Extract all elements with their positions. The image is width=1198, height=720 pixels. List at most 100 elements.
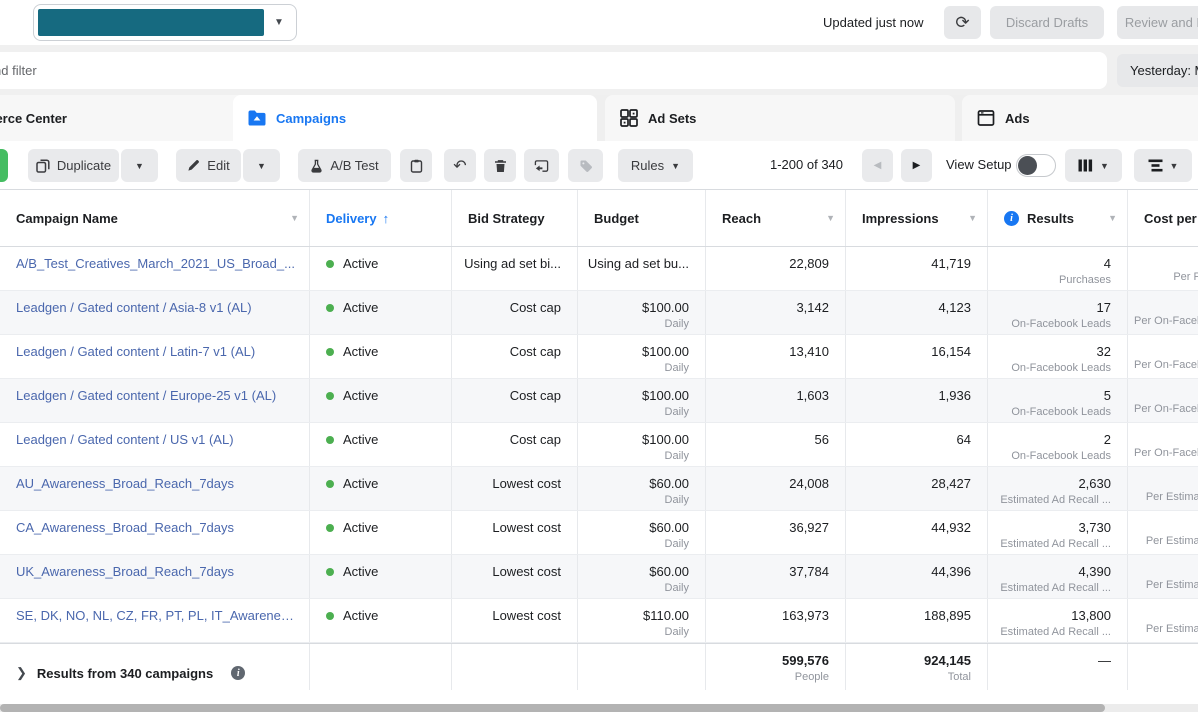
create-button-clipped[interactable] [0, 149, 8, 182]
col-header-reach[interactable]: Reach ▼ [706, 190, 846, 246]
campaign-name-link[interactable]: Leadgen / Gated content / Asia-8 v1 (AL) [16, 291, 299, 315]
campaign-name-link[interactable]: Leadgen / Gated content / US v1 (AL) [16, 423, 299, 447]
info-icon[interactable]: i [231, 666, 246, 680]
refresh-button[interactable]: ⟳ [944, 6, 981, 39]
tab-ads[interactable]: Ads [962, 95, 1198, 141]
campaign-name-link[interactable]: UK_Awareness_Broad_Reach_7days [16, 555, 299, 579]
tab-commerce-label: Commerce Center [0, 110, 67, 126]
tab-ad-sets[interactable]: Ad Sets [605, 95, 955, 141]
col-header-impressions[interactable]: Impressions ▼ [846, 190, 988, 246]
col-label: Budget [594, 210, 639, 226]
prev-page-button[interactable]: ◀ [862, 149, 893, 182]
col-label: Campaign Name [16, 210, 118, 226]
col-header-delivery[interactable]: Delivery ↑ [310, 190, 452, 246]
clipboard-button[interactable] [400, 149, 432, 182]
budget-cell: $60.00 Daily [578, 511, 706, 554]
table-row[interactable]: A/B_Test_Creatives_March_2021_US_Broad_.… [0, 247, 1198, 291]
horizontal-scrollbar-track[interactable] [0, 704, 1198, 712]
table-row[interactable]: AU_Awareness_Broad_Reach_7days Active Lo… [0, 467, 1198, 511]
reach-total-sub: People [794, 671, 829, 683]
undo-button[interactable]: ↶ [444, 149, 476, 182]
campaign-name-cell[interactable]: Leadgen / Gated content / Europe-25 v1 (… [0, 379, 310, 422]
campaign-name-link[interactable]: Leadgen / Gated content / Europe-25 v1 (… [16, 379, 299, 403]
chevron-right-icon[interactable]: ❯ [16, 665, 27, 681]
info-icon[interactable]: i [1004, 210, 1019, 226]
campaign-name-link[interactable]: CA_Awareness_Broad_Reach_7days [16, 511, 299, 535]
results-value[interactable]: 5 [1104, 388, 1111, 403]
results-value[interactable]: 4 [1103, 256, 1111, 271]
table-row[interactable]: Leadgen / Gated content / Latin-7 v1 (AL… [0, 335, 1198, 379]
horizontal-scrollbar-thumb[interactable] [0, 704, 1105, 712]
results-value[interactable]: 32 [1097, 344, 1111, 359]
results-value[interactable]: 2 [1104, 432, 1111, 447]
impressions-cell: 188,895 [846, 599, 988, 642]
table-row[interactable]: Leadgen / Gated content / US v1 (AL) Act… [0, 423, 1198, 467]
date-range-selector[interactable]: Yesterday: M [1117, 54, 1198, 87]
tab-commerce-center[interactable]: Commerce Center [0, 95, 253, 141]
col-header-cost-per-result[interactable]: Cost per Result [1128, 190, 1198, 246]
impressions-value: 4,123 [938, 300, 971, 315]
campaign-name-cell[interactable]: CA_Awareness_Broad_Reach_7days [0, 511, 310, 554]
chevron-down-icon: ▼ [826, 213, 835, 223]
campaign-name-link[interactable]: Leadgen / Gated content / Latin-7 v1 (AL… [16, 335, 299, 359]
budget-sub-label: Daily [664, 362, 689, 374]
results-value[interactable]: 4,390 [1078, 564, 1111, 579]
table-row[interactable]: UK_Awareness_Broad_Reach_7days Active Lo… [0, 555, 1198, 599]
campaign-name-cell[interactable]: Leadgen / Gated content / US v1 (AL) [0, 423, 310, 466]
edit-pencil-icon [188, 160, 200, 171]
tab-campaigns[interactable]: Campaigns [233, 95, 597, 141]
campaign-name-cell[interactable]: UK_Awareness_Broad_Reach_7days [0, 555, 310, 598]
reach-cell: 24,008 [706, 467, 846, 510]
campaign-name-cell[interactable]: Leadgen / Gated content / Latin-7 v1 (AL… [0, 335, 310, 378]
delete-button[interactable] [484, 149, 516, 182]
results-value[interactable]: 17 [1097, 300, 1111, 315]
chevron-down-icon: ▼ [274, 17, 284, 28]
duplicate-button[interactable]: Duplicate [28, 149, 119, 182]
campaign-name-cell[interactable]: AU_Awareness_Broad_Reach_7days [0, 467, 310, 510]
columns-dropdown[interactable]: ▼ [1065, 149, 1122, 182]
bid-strategy-value: Lowest cost [492, 608, 561, 623]
campaign-name-link[interactable]: SE, DK, NO, NL, CZ, FR, PT, PL, IT_Aware… [16, 599, 299, 623]
cost-per-result-sub-label: Per On-Facebook Lead [1134, 403, 1198, 415]
col-header-budget[interactable]: Budget [578, 190, 706, 246]
budget-cell: Using ad set bu... [578, 247, 706, 290]
breakdown-dropdown[interactable]: ▼ [1134, 149, 1192, 182]
campaign-name-cell[interactable]: A/B_Test_Creatives_March_2021_US_Broad_.… [0, 247, 310, 290]
account-selector[interactable]: ▼ [33, 4, 297, 41]
review-publish-button[interactable]: Review and Publish [1117, 6, 1198, 39]
col-header-bid-strategy[interactable]: Bid Strategy [452, 190, 578, 246]
ab-test-button[interactable]: A/B Test [298, 149, 391, 182]
edit-dropdown[interactable]: ▼ [243, 149, 280, 182]
duplicate-dropdown[interactable]: ▼ [121, 149, 158, 182]
results-value[interactable]: 3,730 [1078, 520, 1111, 535]
impressions-cell: 16,154 [846, 335, 988, 378]
view-setup-toggle[interactable] [1016, 154, 1056, 177]
discard-drafts-button[interactable]: Discard Drafts [990, 6, 1104, 39]
campaign-name-cell[interactable]: Leadgen / Gated content / Asia-8 v1 (AL) [0, 291, 310, 334]
table-row[interactable]: Leadgen / Gated content / Asia-8 v1 (AL)… [0, 291, 1198, 335]
next-page-button[interactable]: ▶ [901, 149, 932, 182]
cost-per-result-sub-label: Per On-Facebook Lead [1134, 447, 1198, 459]
results-value[interactable]: 13,800 [1071, 608, 1111, 623]
tag-button[interactable] [568, 149, 603, 182]
edit-button[interactable]: Edit [176, 149, 241, 182]
reach-cell: 22,809 [706, 247, 846, 290]
table-row[interactable]: SE, DK, NO, NL, CZ, FR, PT, PL, IT_Aware… [0, 599, 1198, 643]
table-row[interactable]: Leadgen / Gated content / Europe-25 v1 (… [0, 379, 1198, 423]
results-cell: 13,800 Estimated Ad Recall ... [988, 599, 1128, 642]
budget-value: $100.00 [642, 300, 689, 315]
campaign-name-cell[interactable]: SE, DK, NO, NL, CZ, FR, PT, PL, IT_Aware… [0, 599, 310, 642]
columns-icon [1078, 159, 1093, 172]
cost-per-result-cell: Per Estimated Ad... [1128, 555, 1198, 598]
rules-dropdown[interactable]: Rules ▼ [618, 149, 693, 182]
col-header-results[interactable]: i Results ▼ [988, 190, 1128, 246]
results-cell: 5 On-Facebook Leads [988, 379, 1128, 422]
table-row[interactable]: CA_Awareness_Broad_Reach_7days Active Lo… [0, 511, 1198, 555]
campaign-name-link[interactable]: AU_Awareness_Broad_Reach_7days [16, 467, 299, 491]
results-value[interactable]: 2,630 [1078, 476, 1111, 491]
cost-per-result-sub-label: Per Estimated Ad... [1145, 491, 1198, 503]
col-header-campaign-name[interactable]: Campaign Name ▼ [0, 190, 310, 246]
search-filter-input[interactable]: Search and filter [0, 52, 1107, 89]
campaign-name-link[interactable]: A/B_Test_Creatives_March_2021_US_Broad_.… [16, 247, 299, 271]
preview-button[interactable] [524, 149, 559, 182]
